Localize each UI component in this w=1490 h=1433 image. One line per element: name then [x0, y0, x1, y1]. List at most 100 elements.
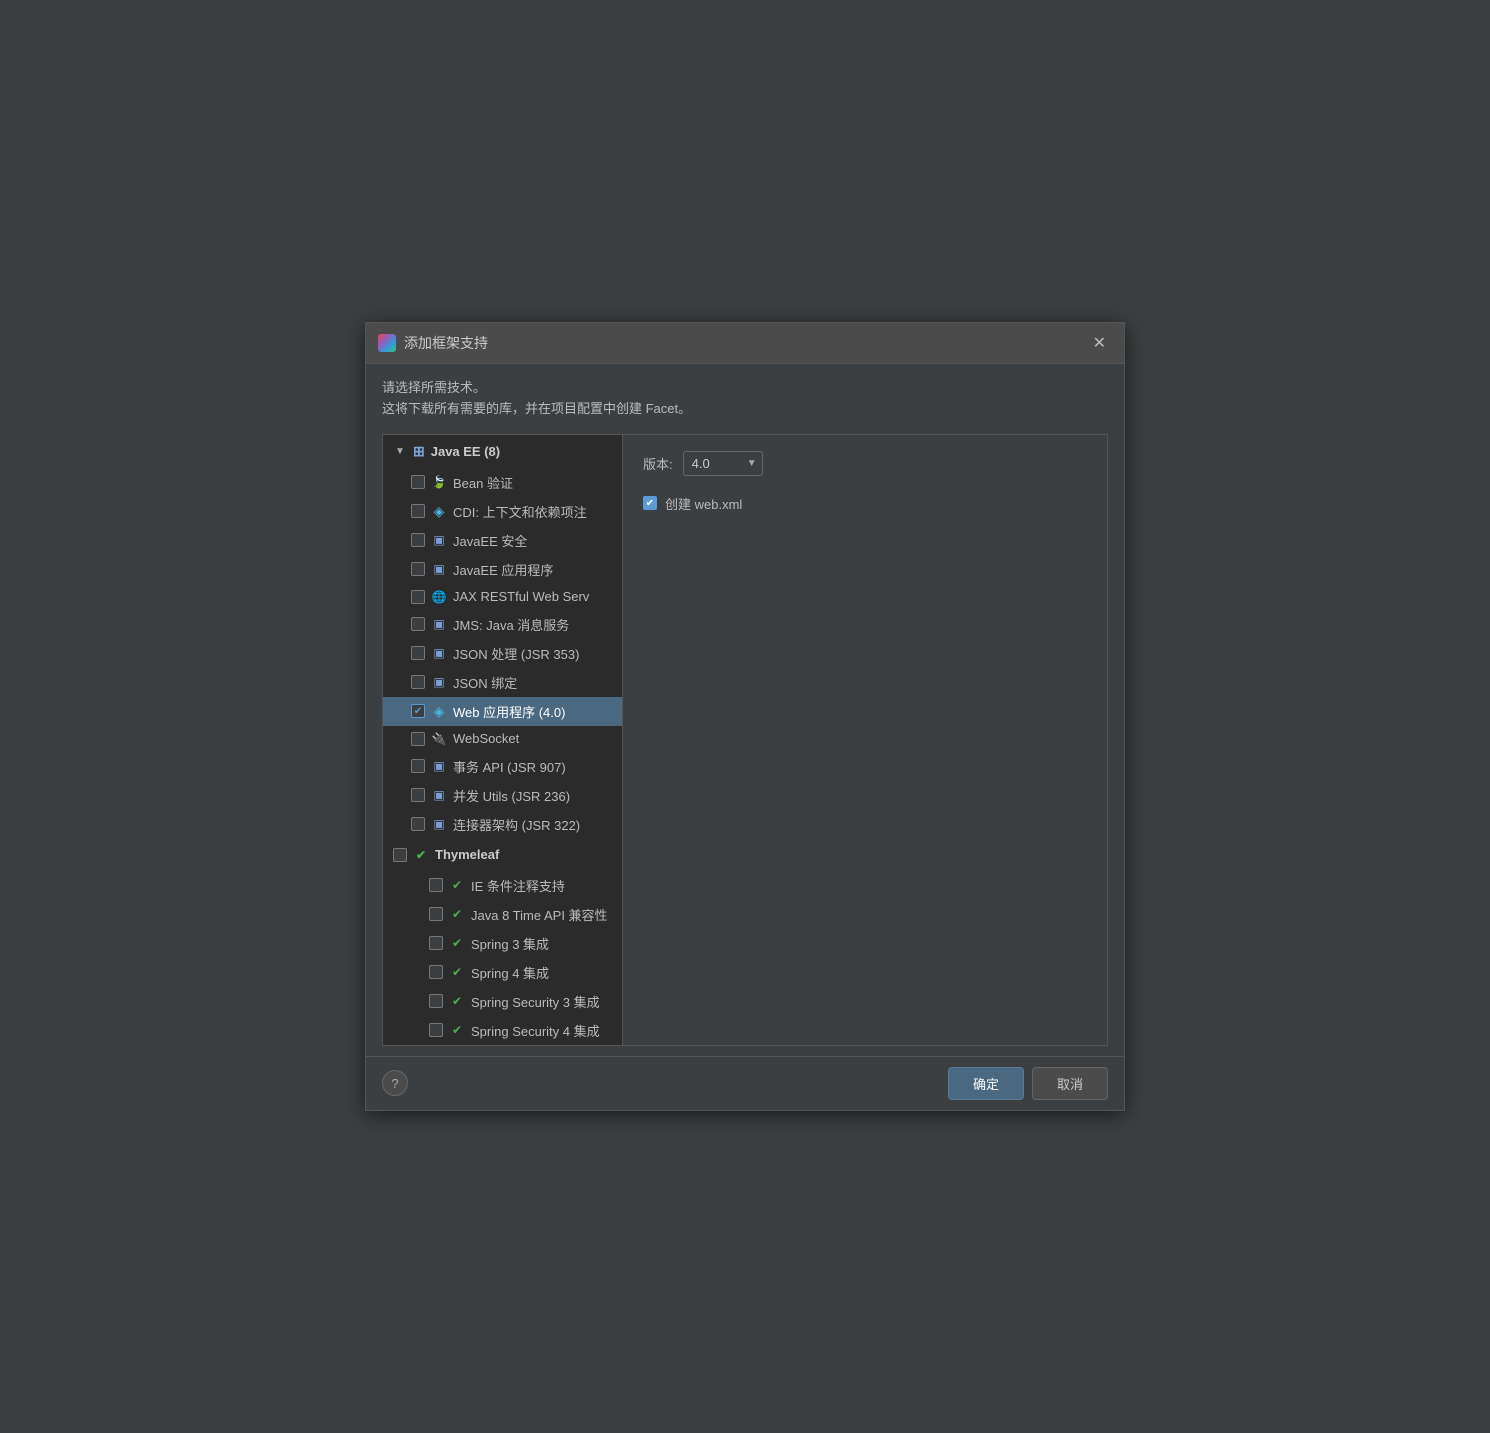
label-javaee-app: JavaEE 应用程序 — [453, 560, 553, 579]
label-spring-security4: Spring Security 4 集成 — [471, 1021, 600, 1040]
group-java-ee-expand-icon: ▼ — [393, 444, 407, 458]
checkbox-javaee-app[interactable] — [411, 562, 425, 576]
icon-transaction-api: ▣ — [431, 758, 447, 774]
add-framework-dialog: 添加框架支持 ✕ 请选择所需技术。 这将下载所有需要的库，并在项目配置中创建 F… — [365, 322, 1125, 1111]
label-transaction-api: 事务 API (JSR 907) — [453, 757, 566, 776]
ok-button[interactable]: 确定 — [948, 1067, 1024, 1100]
icon-spring-security4: ✔ — [449, 1022, 465, 1038]
list-item-spring3[interactable]: ✔ Spring 3 集成 — [383, 929, 622, 958]
checkbox-bean-validation[interactable] — [411, 475, 425, 489]
app-icon — [378, 334, 396, 352]
description-line2: 这将下载所有需要的库，并在项目配置中创建 Facet。 — [382, 399, 1108, 420]
label-json-processing: JSON 处理 (JSR 353) — [453, 644, 579, 663]
content-area: ▼ ⊞ Java EE (8) 🍃 Bean 验证 ◈ CDI: 上下文和依赖项… — [382, 434, 1108, 1046]
label-spring4: Spring 4 集成 — [471, 963, 549, 982]
checkbox-ie-conditions[interactable] — [429, 878, 443, 892]
label-ie-conditions: IE 条件注释支持 — [471, 876, 565, 895]
list-item-cdi[interactable]: ◈ CDI: 上下文和依赖项注 — [383, 497, 622, 526]
list-item-web-app[interactable]: ✔ ◈ Web 应用程序 (4.0) — [383, 697, 622, 726]
icon-websocket: 🔌 — [431, 731, 447, 747]
title-bar-left: 添加框架支持 — [378, 333, 488, 353]
checkbox-spring4[interactable] — [429, 965, 443, 979]
label-json-binding: JSON 绑定 — [453, 673, 517, 692]
checkbox-websocket[interactable] — [411, 732, 425, 746]
checkbox-transaction-api[interactable] — [411, 759, 425, 773]
description-line1: 请选择所需技术。 — [382, 378, 1108, 399]
create-xml-checkbox[interactable]: ✔ — [643, 496, 657, 510]
dialog-body: 请选择所需技术。 这将下载所有需要的库，并在项目配置中创建 Facet。 ▼ ⊞… — [366, 364, 1124, 1056]
list-item-javaee-security[interactable]: ▣ JavaEE 安全 — [383, 526, 622, 555]
list-item-spring-security4[interactable]: ✔ Spring Security 4 集成 — [383, 1016, 622, 1045]
list-item-json-processing[interactable]: ▣ JSON 处理 (JSR 353) — [383, 639, 622, 668]
icon-spring-security3: ✔ — [449, 993, 465, 1009]
label-concurrent-utils: 并发 Utils (JSR 236) — [453, 786, 570, 805]
label-websocket: WebSocket — [453, 731, 519, 746]
label-cdi: CDI: 上下文和依赖项注 — [453, 502, 587, 521]
close-button[interactable]: ✕ — [1087, 331, 1112, 355]
help-button[interactable]: ? — [382, 1070, 408, 1096]
footer-buttons: 确定 取消 — [948, 1067, 1108, 1100]
icon-connector-arch: ▣ — [431, 816, 447, 832]
label-connector-arch: 连接器架构 (JSR 322) — [453, 815, 580, 834]
label-web-app: Web 应用程序 (4.0) — [453, 702, 565, 721]
icon-spring3: ✔ — [449, 935, 465, 951]
right-panel: 版本: 3.0 4.0 5.0 ▼ ✔ 创建 web.xml — [623, 435, 1107, 1045]
list-item-ie-conditions[interactable]: ✔ IE 条件注释支持 — [383, 871, 622, 900]
icon-web-app: ◈ — [431, 703, 447, 719]
checkbox-spring-security4[interactable] — [429, 1023, 443, 1037]
checkbox-connector-arch[interactable] — [411, 817, 425, 831]
label-spring3: Spring 3 集成 — [471, 934, 549, 953]
checkbox-concurrent-utils[interactable] — [411, 788, 425, 802]
list-item-connector-arch[interactable]: ▣ 连接器架构 (JSR 322) — [383, 810, 622, 839]
list-item-transaction-api[interactable]: ▣ 事务 API (JSR 907) — [383, 752, 622, 781]
version-label: 版本: — [643, 454, 673, 473]
icon-javaee-security: ▣ — [431, 532, 447, 548]
checkbox-spring3[interactable] — [429, 936, 443, 950]
group-java-ee[interactable]: ▼ ⊞ Java EE (8) — [383, 435, 622, 468]
checkbox-jax-restful[interactable] — [411, 590, 425, 604]
dialog-title: 添加框架支持 — [404, 333, 488, 353]
group-thymeleaf[interactable]: ✔ Thymeleaf — [383, 839, 622, 871]
icon-bean-validation: 🍃 — [431, 474, 447, 490]
icon-jax-restful: 🌐 — [431, 589, 447, 605]
group-java-ee-label: Java EE (8) — [431, 444, 500, 459]
icon-javaee-app: ▣ — [431, 561, 447, 577]
list-item-bean-validation[interactable]: 🍃 Bean 验证 — [383, 468, 622, 497]
icon-ie-conditions: ✔ — [449, 877, 465, 893]
icon-json-binding: ▣ — [431, 674, 447, 690]
list-item-jax-restful[interactable]: 🌐 JAX RESTful Web Serv — [383, 584, 622, 610]
icon-spring4: ✔ — [449, 964, 465, 980]
list-item-spring-security3[interactable]: ✔ Spring Security 3 集成 — [383, 987, 622, 1016]
create-xml-row: ✔ 创建 web.xml — [643, 494, 1087, 513]
list-item-javaee-app[interactable]: ▣ JavaEE 应用程序 — [383, 555, 622, 584]
list-item-jms[interactable]: ▣ JMS: Java 消息服务 — [383, 610, 622, 639]
icon-thymeleaf-group: ✔ — [413, 847, 429, 863]
checkbox-cdi[interactable] — [411, 504, 425, 518]
description: 请选择所需技术。 这将下载所有需要的库，并在项目配置中创建 Facet。 — [382, 378, 1108, 420]
group-thymeleaf-label: Thymeleaf — [435, 847, 499, 862]
checkbox-json-binding[interactable] — [411, 675, 425, 689]
left-panel[interactable]: ▼ ⊞ Java EE (8) 🍃 Bean 验证 ◈ CDI: 上下文和依赖项… — [383, 435, 623, 1045]
version-row: 版本: 3.0 4.0 5.0 ▼ — [643, 451, 1087, 476]
checkbox-jms[interactable] — [411, 617, 425, 631]
version-select[interactable]: 3.0 4.0 5.0 — [683, 451, 763, 476]
list-item-java8-time[interactable]: ✔ Java 8 Time API 兼容性 — [383, 900, 622, 929]
list-item-json-binding[interactable]: ▣ JSON 绑定 — [383, 668, 622, 697]
checkbox-spring-security3[interactable] — [429, 994, 443, 1008]
checkbox-javaee-security[interactable] — [411, 533, 425, 547]
create-xml-label: 创建 web.xml — [665, 494, 742, 513]
checkbox-web-app[interactable]: ✔ — [411, 704, 425, 718]
list-item-spring4[interactable]: ✔ Spring 4 集成 — [383, 958, 622, 987]
checkbox-thymeleaf-group[interactable] — [393, 848, 407, 862]
icon-cdi: ◈ — [431, 503, 447, 519]
icon-jms: ▣ — [431, 616, 447, 632]
list-item-websocket[interactable]: 🔌 WebSocket — [383, 726, 622, 752]
checkbox-json-processing[interactable] — [411, 646, 425, 660]
version-select-wrapper: 3.0 4.0 5.0 ▼ — [683, 451, 763, 476]
label-javaee-security: JavaEE 安全 — [453, 531, 527, 550]
label-jax-restful: JAX RESTful Web Serv — [453, 589, 589, 604]
checkbox-java8-time[interactable] — [429, 907, 443, 921]
group-java-ee-icon: ⊞ — [413, 443, 425, 460]
cancel-button[interactable]: 取消 — [1032, 1067, 1108, 1100]
list-item-concurrent-utils[interactable]: ▣ 并发 Utils (JSR 236) — [383, 781, 622, 810]
